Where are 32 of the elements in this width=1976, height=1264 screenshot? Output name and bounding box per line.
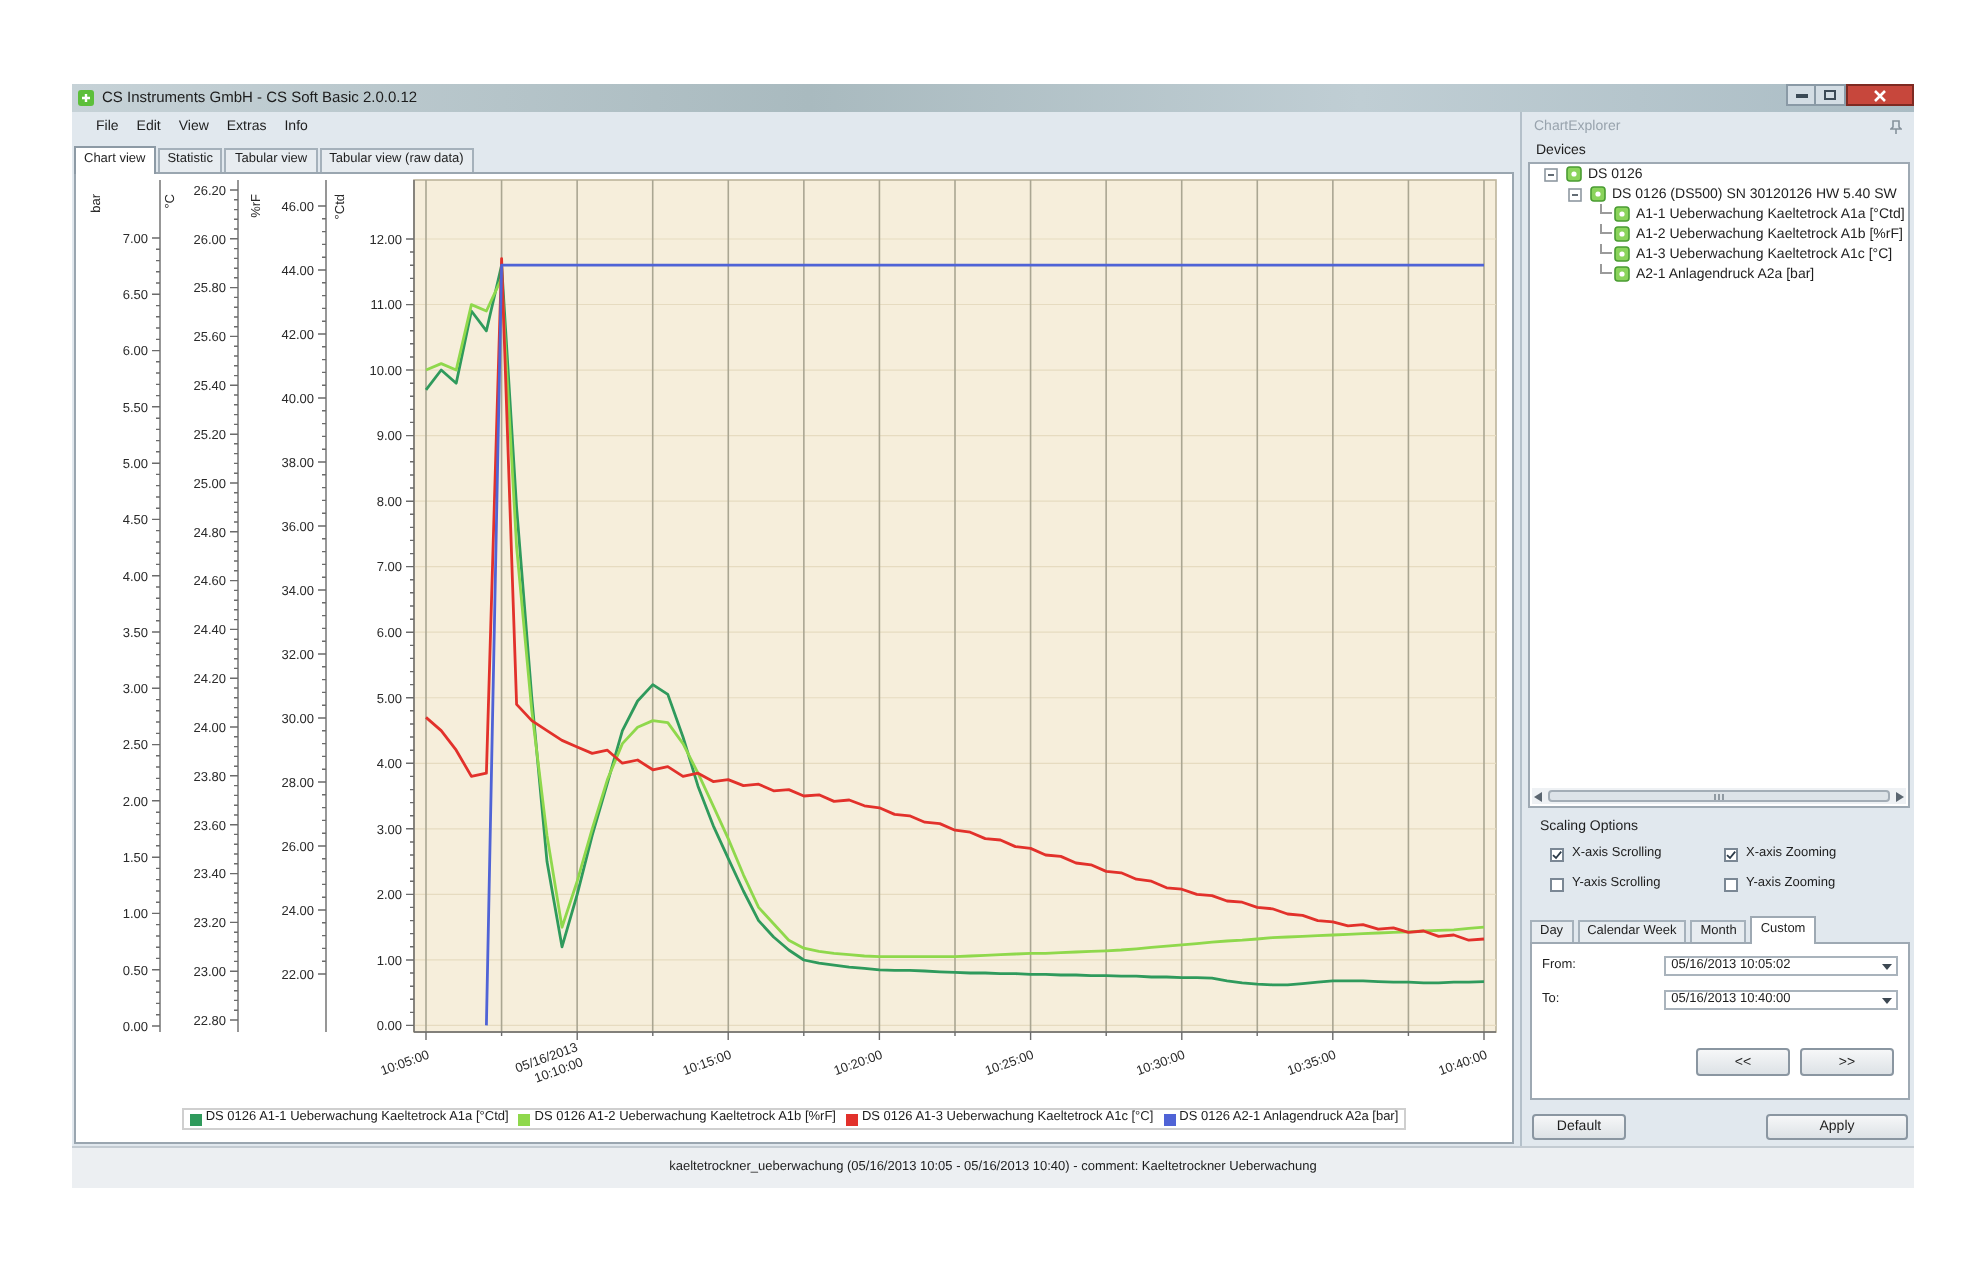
scrollbar-thumb[interactable]	[1548, 790, 1890, 802]
collapse-icon[interactable]	[1544, 167, 1558, 181]
pin-icon[interactable]	[1890, 119, 1902, 133]
scroll-left-icon[interactable]	[1534, 791, 1542, 801]
close-icon	[1874, 89, 1886, 101]
dropdown-arrow-icon	[1882, 997, 1892, 1003]
tree-node-icon	[1614, 246, 1630, 262]
scroll-right-icon[interactable]	[1896, 791, 1904, 801]
checkbox[interactable]	[1724, 877, 1738, 891]
tree-connector-line	[1600, 204, 1612, 214]
horizontal-scrollbar[interactable]	[1532, 788, 1906, 804]
tree-connector-line	[1600, 224, 1612, 234]
tree-connector-line	[1600, 264, 1612, 274]
minimize-icon	[1795, 93, 1807, 97]
collapse-icon[interactable]	[1568, 187, 1582, 201]
maximize-icon	[1824, 90, 1836, 100]
tree-node-icon	[1614, 226, 1630, 242]
tree-node-icon	[1614, 206, 1630, 222]
checkbox[interactable]	[1550, 847, 1564, 861]
tree-node-icon	[1590, 186, 1606, 202]
checkbox[interactable]	[1724, 847, 1738, 861]
checkmark-icon	[1726, 849, 1736, 859]
tree-node-icon	[1614, 266, 1630, 282]
close-button[interactable]	[1846, 84, 1914, 106]
checkbox[interactable]	[1550, 877, 1564, 891]
maximize-button[interactable]	[1816, 84, 1846, 106]
dropdown-arrow-icon	[1882, 963, 1892, 969]
minimize-button[interactable]	[1786, 84, 1816, 106]
grip-icon	[1714, 793, 1724, 799]
checkmark-icon	[1552, 849, 1562, 859]
tree-connector-line	[1600, 244, 1612, 254]
app-icon	[78, 90, 94, 106]
